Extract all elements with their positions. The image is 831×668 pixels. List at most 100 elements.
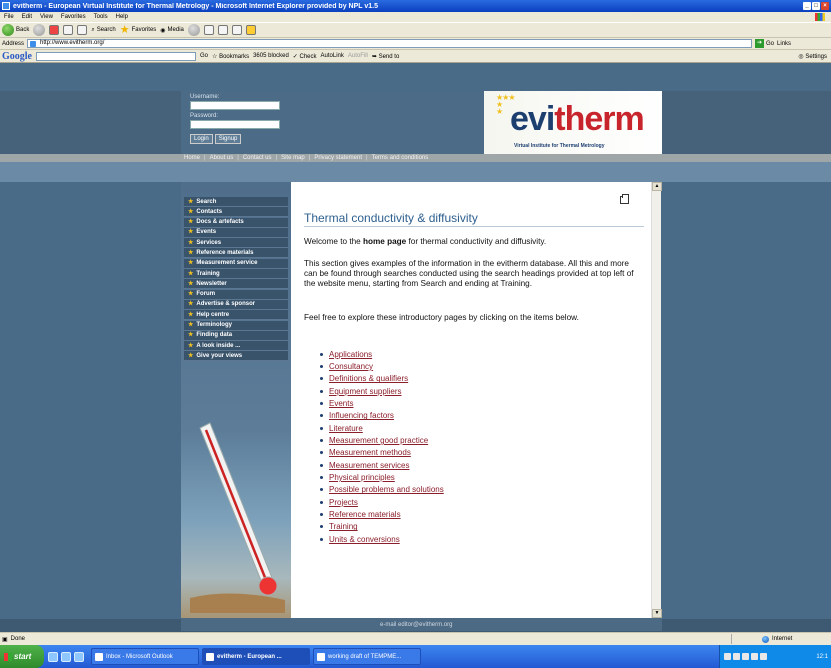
back-button[interactable]: Back [2, 24, 29, 36]
topnav-sitemap[interactable]: Site map [281, 154, 305, 162]
menu-favorites[interactable]: Favorites [61, 14, 86, 20]
tray-update-icon[interactable] [760, 653, 767, 660]
menu-edit[interactable]: Edit [22, 14, 32, 20]
folder-icon[interactable] [245, 25, 256, 35]
evitherm-logo[interactable]: evitherm [510, 102, 645, 136]
topic-link[interactable]: Training [329, 522, 358, 531]
edit-icon[interactable] [231, 25, 242, 35]
menu-view[interactable]: View [40, 14, 53, 20]
topic-link[interactable]: Units & conversions [329, 535, 400, 544]
minimize-button[interactable]: _ [803, 2, 811, 10]
media-button[interactable]: ◉ Media [160, 27, 184, 34]
outlook-icon [95, 652, 103, 661]
outlook-launch-icon[interactable] [74, 651, 84, 662]
topic-link[interactable]: Definitions & qualifiers [329, 374, 408, 383]
bullet-icon [320, 389, 323, 393]
favorites-button[interactable]: ★ Favorites [120, 25, 157, 36]
topnav-about[interactable]: About us [210, 154, 234, 162]
topic-link[interactable]: Measurement good practice [329, 436, 428, 445]
topnav-home[interactable]: Home [184, 154, 200, 162]
menu-help[interactable]: Help [116, 14, 128, 20]
print-toolbar-icon[interactable] [217, 25, 228, 35]
sidenav-item[interactable]: ★ A look inside ... [184, 341, 288, 352]
go-button[interactable]: ➔ Go [755, 39, 774, 48]
sidenav-item[interactable]: ★ Give your views [184, 351, 288, 362]
links-label[interactable]: Links [777, 41, 791, 47]
address-input[interactable]: http://www.evitherm.org/ [27, 39, 753, 48]
home-icon[interactable] [77, 25, 88, 35]
desktop-icon[interactable] [48, 651, 58, 662]
sidenav-item[interactable]: ★ Help centre [184, 310, 288, 321]
history-icon[interactable] [187, 24, 200, 36]
menu-file[interactable]: File [4, 14, 14, 20]
sidenav-item[interactable]: ★ Finding data [184, 330, 288, 341]
mail-icon[interactable] [203, 25, 214, 35]
search-label: Search [96, 27, 116, 33]
topnav-contact[interactable]: Contact us [243, 154, 272, 162]
sidenav-item[interactable]: ★ Newsletter [184, 279, 288, 290]
topic-link[interactable]: Events [329, 399, 353, 408]
sidenav-item[interactable]: ★ Services [184, 238, 288, 249]
topic-link[interactable]: Applications [329, 350, 372, 359]
topic-link[interactable]: Reference materials [329, 510, 401, 519]
username-input[interactable] [190, 101, 280, 110]
topnav-terms[interactable]: Terms and conditions [372, 154, 429, 162]
topic-link[interactable]: Possible problems and solutions [329, 485, 444, 494]
topnav-privacy[interactable]: Privacy statement [314, 154, 362, 162]
login-button[interactable]: Login [190, 134, 213, 144]
task-word[interactable]: working draft of TEMPME... [313, 648, 421, 665]
maximize-button[interactable]: □ [812, 2, 820, 10]
scroll-up-arrow-icon[interactable]: ▲ [652, 182, 662, 191]
autolink-button[interactable]: AutoLink [321, 53, 344, 59]
refresh-icon[interactable] [63, 25, 74, 35]
search-button[interactable]: ⌕ Search [91, 27, 115, 34]
sidenav-item[interactable]: ★ Events [184, 227, 288, 238]
autofill-button[interactable]: AutoFill [348, 53, 368, 59]
topic-link[interactable]: Literature [329, 424, 363, 433]
scroll-down-arrow-icon[interactable]: ▼ [652, 609, 662, 618]
sidenav-item[interactable]: ★ Advertise & sponsor [184, 299, 288, 310]
content-scrollbar[interactable]: ▲ ▼ [651, 182, 662, 618]
tray-volume-icon[interactable] [742, 653, 749, 660]
ie-launch-icon[interactable] [61, 651, 71, 662]
google-settings-button[interactable]: ◎ Settings [798, 53, 827, 60]
sidenav-label: Events [196, 229, 217, 236]
sidenav-item[interactable]: ★ Contacts [184, 207, 288, 218]
google-logo[interactable]: Google [2, 51, 32, 62]
topic-link[interactable]: Influencing factors [329, 411, 394, 420]
sidenav-item[interactable]: ★ Reference materials [184, 248, 288, 259]
topic-link[interactable]: Projects [329, 498, 358, 507]
topic-link[interactable]: Consultancy [329, 362, 373, 371]
printer-icon[interactable] [620, 194, 629, 204]
tray-network-icon[interactable] [724, 653, 731, 660]
password-input[interactable] [190, 120, 280, 129]
sidenav-item[interactable]: ★ Docs & artefacts [184, 217, 288, 228]
signup-button[interactable]: Signup [214, 134, 242, 144]
sidenav-item[interactable]: ★ Search [184, 197, 288, 207]
tray-antivirus-icon[interactable] [733, 653, 740, 660]
google-search-input[interactable] [36, 51, 196, 61]
sidenav-item[interactable]: ★ Measurement service [184, 258, 288, 269]
task-evitherm[interactable]: evitherm - European ... [202, 648, 310, 665]
topic-link[interactable]: Physical principles [329, 473, 395, 482]
bookmarks-button[interactable]: ☆ Bookmarks [212, 53, 249, 60]
forward-button[interactable] [33, 24, 46, 36]
sidenav-item[interactable]: ★ Training [184, 269, 288, 280]
menu-tools[interactable]: Tools [94, 14, 108, 20]
task-outlook[interactable]: Inbox - Microsoft Outlook [91, 648, 199, 665]
close-button[interactable]: × [821, 2, 829, 10]
sidenav-item[interactable]: ★ Terminology [184, 320, 288, 331]
spellcheck-button[interactable]: ✓ Check [293, 53, 317, 60]
tray-language-icon[interactable] [751, 653, 758, 660]
start-button[interactable]: start [0, 645, 44, 668]
topic-link[interactable]: Measurement methods [329, 448, 411, 457]
sidenav-label: Reference materials [196, 249, 254, 256]
footer-email-link[interactable]: e-mail editor@evitherm.org [380, 622, 452, 628]
topic-link[interactable]: Equipment suppliers [329, 387, 401, 396]
stop-icon[interactable] [49, 25, 60, 35]
sidenav-item[interactable]: ★ Forum [184, 289, 288, 300]
popup-blocked-button[interactable]: 3605 blocked [253, 53, 289, 59]
topic-link[interactable]: Measurement services [329, 461, 409, 470]
google-go-button[interactable]: Go [200, 53, 208, 59]
sendto-button[interactable]: ➥ Send to [372, 53, 399, 60]
